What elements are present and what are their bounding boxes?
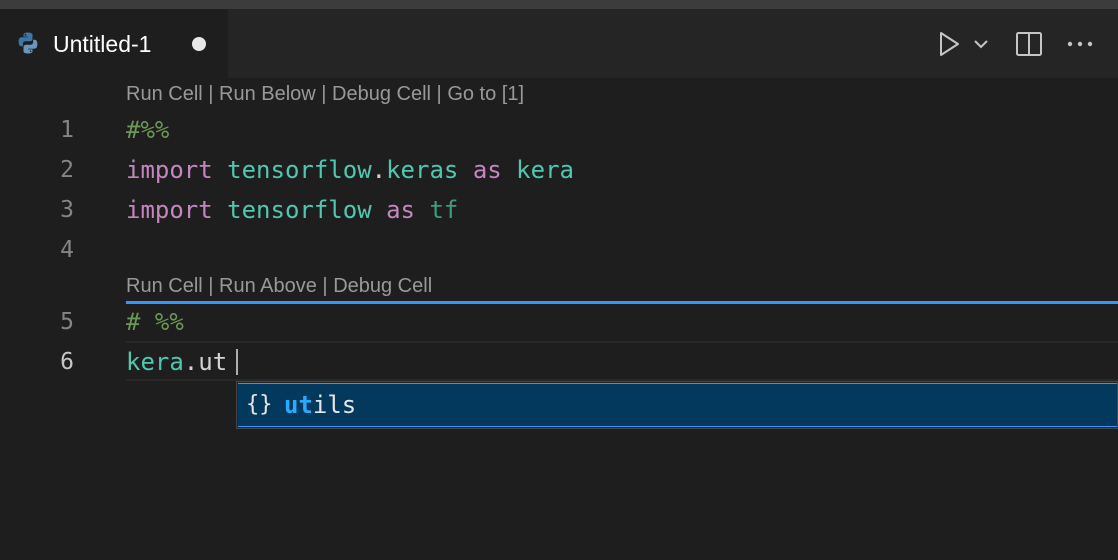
codelens-run-above[interactable]: Run Above [219, 275, 317, 297]
run-dropdown-button[interactable] [968, 27, 994, 61]
codelens-cell-2: Run Cell | Run Above | Debug Cell [126, 274, 432, 298]
more-icon [1067, 41, 1093, 47]
line-number: 3 [60, 197, 74, 223]
typed-text: .ut [183, 348, 228, 376]
code-editor[interactable]: Run Cell | Run Below | Debug Cell | Go t… [0, 78, 1118, 560]
codelens-debug-cell[interactable]: Debug Cell [332, 83, 431, 105]
code-line-4[interactable]: 4 [0, 230, 1118, 270]
codelens-debug-cell[interactable]: Debug Cell [333, 275, 432, 297]
codelens-separator: | [316, 275, 334, 297]
module-token: keras [386, 156, 459, 184]
tab-title: Untitled-1 [53, 31, 152, 57]
line-number: 2 [60, 157, 74, 183]
codelens-cell-1: Run Cell | Run Below | Debug Cell | Go t… [126, 82, 524, 106]
keyword-token: as [472, 156, 502, 184]
code-line-6[interactable]: 6 kera.ut [0, 342, 1118, 382]
codelens-run-cell[interactable]: Run Cell [126, 83, 203, 105]
play-icon [940, 32, 959, 56]
code-line-3[interactable]: 3 import tensorflow as tf [0, 190, 1118, 230]
keyword-token: import [126, 156, 213, 184]
suggestion-label: utils [284, 390, 356, 420]
split-editor-icon [1016, 32, 1042, 56]
codelens-separator: | [315, 83, 333, 105]
chevron-down-icon [974, 40, 988, 49]
split-editor-button[interactable] [1010, 27, 1048, 61]
code-line-5[interactable]: 5 # %% [0, 302, 1118, 342]
codelens-run-below[interactable]: Run Below [219, 83, 316, 105]
suggestion-match: ut [284, 391, 313, 419]
keyword-token: as [386, 196, 416, 224]
keyword-token: import [126, 196, 213, 224]
codelens-run-cell[interactable]: Run Cell [126, 275, 203, 297]
module-braces-icon: {} [246, 392, 273, 417]
codelens-separator: | [202, 83, 220, 105]
run-button[interactable] [930, 27, 968, 61]
module-token: tensorflow [227, 156, 372, 184]
python-icon [18, 32, 38, 54]
module-token: tensorflow [227, 196, 372, 224]
code-line-1[interactable]: 1 #%% [0, 110, 1118, 150]
line-number: 4 [60, 237, 74, 263]
text-cursor [236, 349, 238, 375]
suggest-widget: {} utils [236, 381, 1118, 429]
unsaved-dot-icon[interactable] [192, 37, 206, 51]
cell-marker: # %% [126, 308, 184, 336]
code-line-2[interactable]: 2 import tensorflow.keras as kera [0, 150, 1118, 190]
codelens-separator: | [202, 275, 220, 297]
suggestion-rest: ils [312, 391, 357, 419]
editor-tab-untitled-1[interactable]: Untitled-1 [0, 9, 228, 78]
editor-tab-bar: Untitled-1 [0, 9, 1118, 78]
line-number: 1 [60, 117, 74, 143]
cell-marker: #%% [126, 116, 170, 144]
module-token: kera [516, 156, 574, 184]
module-token: kera [126, 348, 184, 376]
line-number: 5 [60, 309, 74, 335]
more-actions-button[interactable] [1062, 27, 1098, 61]
codelens-go-to[interactable]: Go to [1] [447, 83, 524, 105]
line-number: 6 [60, 349, 74, 375]
suggestion-item[interactable]: {} utils [238, 383, 1117, 427]
title-bar-strip [0, 0, 1118, 9]
module-token-unused: tf [429, 196, 459, 224]
punctuation-token: . [371, 156, 387, 184]
codelens-separator: | [431, 83, 448, 105]
